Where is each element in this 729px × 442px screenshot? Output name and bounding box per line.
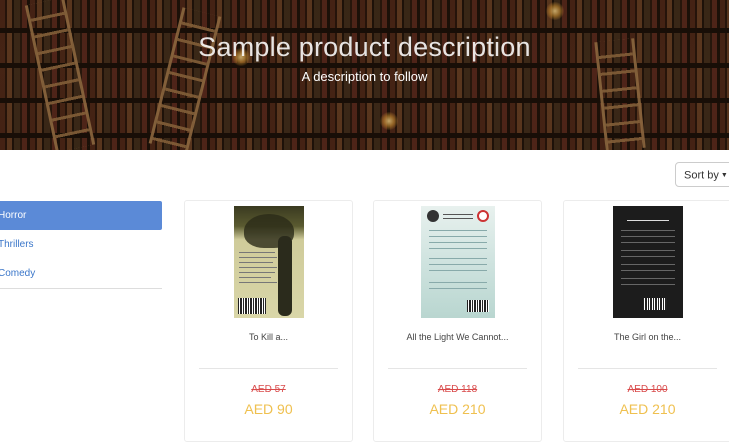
- sort-by-button[interactable]: Sort by ▼: [675, 162, 729, 187]
- sort-by-label: Sort by: [684, 169, 719, 182]
- product-card[interactable]: To Kill a... AED 57 AED 90: [184, 200, 353, 442]
- hero-banner: Sample product description A description…: [0, 0, 729, 150]
- book-cover-image[interactable]: [420, 206, 495, 318]
- book-cover-image[interactable]: [612, 206, 683, 318]
- category-item-horror[interactable]: Horror: [0, 201, 162, 230]
- category-item-thrillers[interactable]: Thrillers: [0, 230, 162, 259]
- book-cover-image[interactable]: [233, 206, 304, 318]
- category-label: Thrillers: [0, 239, 34, 250]
- product-price: AED 90: [244, 401, 293, 417]
- category-label: Comedy: [0, 268, 36, 279]
- card-divider: [388, 368, 527, 369]
- old-price: AED 100: [627, 384, 668, 395]
- category-label: Horror: [0, 210, 27, 221]
- category-list: Horror Thrillers Comedy: [0, 201, 162, 289]
- product-card[interactable]: All the Light We Cannot... AED 118 AED 2…: [373, 200, 542, 442]
- hero-subtitle: A description to follow: [301, 69, 428, 84]
- old-price: AED 118: [437, 384, 478, 395]
- card-divider: [199, 368, 338, 369]
- category-item-comedy[interactable]: Comedy: [0, 259, 162, 288]
- product-title[interactable]: All the Light We Cannot...: [374, 332, 541, 342]
- card-divider: [578, 368, 717, 369]
- caret-down-icon: ▼: [720, 172, 728, 179]
- product-title[interactable]: The Girl on the...: [564, 332, 729, 342]
- old-price: AED 57: [251, 384, 286, 395]
- product-price: AED 210: [429, 401, 486, 417]
- product-price: AED 210: [619, 401, 676, 417]
- hero-title: Sample product description: [198, 32, 531, 62]
- product-title[interactable]: To Kill a...: [185, 332, 352, 342]
- product-card[interactable]: The Girl on the... AED 100 AED 210: [563, 200, 729, 442]
